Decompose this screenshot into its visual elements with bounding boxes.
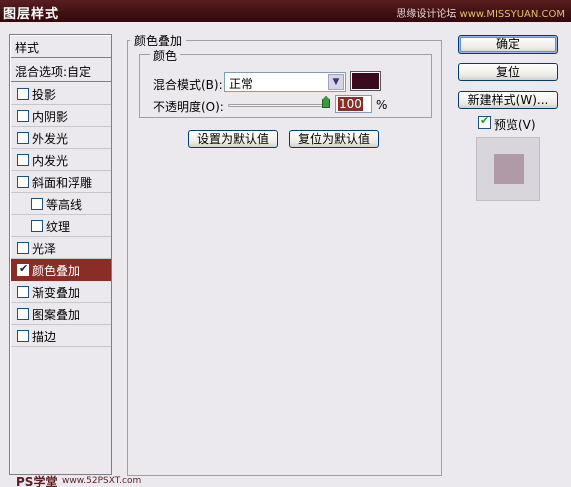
- watermark-top: 思缘设计论坛 www.MISSYUAN.COM: [396, 5, 565, 20]
- color-group-title: 颜色: [150, 47, 181, 64]
- style-checkbox[interactable]: [31, 198, 43, 210]
- style-checkbox[interactable]: [17, 110, 29, 122]
- style-checkbox[interactable]: [17, 262, 29, 276]
- opacity-value: 100: [338, 97, 363, 111]
- blend-options-label: 混合选项:自定: [15, 65, 92, 79]
- style-checkbox[interactable]: [17, 242, 29, 254]
- style-checkbox[interactable]: [17, 176, 29, 188]
- style-list-item[interactable]: 光泽: [11, 237, 111, 259]
- blend-mode-value: 正常: [229, 77, 254, 91]
- watermark-url: www.MISSYUAN.COM: [459, 9, 565, 20]
- preview-swatch: [494, 154, 524, 184]
- style-item-label: 投影: [32, 88, 57, 102]
- style-item-label: 渐变叠加: [32, 286, 81, 300]
- style-list-item[interactable]: 内阴影: [11, 105, 111, 127]
- style-item-label: 图案叠加: [32, 308, 81, 322]
- chevron-down-icon[interactable]: ▼: [328, 74, 344, 90]
- opacity-slider[interactable]: [228, 104, 328, 107]
- overlay-color-swatch[interactable]: [350, 71, 381, 91]
- style-checkbox[interactable]: [31, 220, 43, 232]
- window-title: 图层样式: [3, 7, 60, 22]
- opacity-label: 不透明度(O):: [153, 100, 224, 114]
- style-item-label: 内阴影: [32, 110, 69, 124]
- style-item-label: 斜面和浮雕: [32, 176, 93, 190]
- layer-style-dialog: 样式 混合选项:自定 投影内阴影外发光内发光斜面和浮雕等高线纹理光泽颜色叠加渐变…: [0, 22, 571, 487]
- style-item-label: 光泽: [32, 242, 57, 256]
- ok-button[interactable]: 确定: [458, 35, 558, 54]
- watermark-text: 思缘设计论坛: [396, 9, 457, 20]
- style-list-item[interactable]: 内发光: [11, 149, 111, 171]
- style-checkbox[interactable]: [17, 286, 29, 298]
- style-checkbox[interactable]: [17, 154, 29, 166]
- watermark-site: www.52PSXT.com: [62, 476, 142, 486]
- style-list-item[interactable]: 斜面和浮雕: [11, 171, 111, 193]
- blend-mode-select[interactable]: 正常 ▼: [224, 72, 346, 92]
- blend-mode-label: 混合模式(B):: [153, 78, 223, 92]
- preview-thumbnail: [476, 137, 540, 201]
- style-list-item[interactable]: 颜色叠加: [11, 259, 111, 281]
- style-list-header[interactable]: 样式: [11, 36, 111, 58]
- style-list: 样式 混合选项:自定 投影内阴影外发光内发光斜面和浮雕等高线纹理光泽颜色叠加渐变…: [9, 34, 141, 487]
- style-item-label: 外发光: [32, 132, 69, 146]
- style-item-label: 颜色叠加: [32, 264, 81, 278]
- set-default-button[interactable]: 设置为默认值: [188, 130, 278, 148]
- style-item-label: 描边: [32, 330, 57, 344]
- style-list-item[interactable]: 渐变叠加: [11, 281, 111, 303]
- style-list-item[interactable]: 外发光: [11, 127, 111, 149]
- style-item-label: 等高线: [46, 198, 83, 212]
- style-list-item[interactable]: 投影: [11, 83, 111, 105]
- preview-label[interactable]: 预览(V): [494, 116, 536, 133]
- style-list-item[interactable]: 等高线: [11, 193, 111, 215]
- style-list-item[interactable]: 描边: [11, 325, 111, 347]
- reset-default-button[interactable]: 复位为默认值: [289, 130, 379, 148]
- reset-button[interactable]: 复位: [458, 63, 558, 81]
- title-bar: 图层样式 思缘设计论坛 www.MISSYUAN.COM: [0, 0, 571, 22]
- opacity-input[interactable]: 100: [335, 95, 372, 113]
- style-checkbox[interactable]: [17, 308, 29, 320]
- style-list-item[interactable]: 纹理: [11, 215, 111, 237]
- percent-sign: %: [376, 98, 388, 112]
- style-list-item[interactable]: 图案叠加: [11, 303, 111, 325]
- new-style-button[interactable]: 新建样式(W)...: [458, 91, 558, 109]
- preview-checkbox[interactable]: [478, 114, 491, 129]
- style-checkbox[interactable]: [17, 88, 29, 100]
- style-list-header-label: 样式: [15, 41, 40, 55]
- watermark-ps: PS学堂: [16, 475, 58, 487]
- blend-options-item[interactable]: 混合选项:自定: [11, 58, 111, 82]
- style-checkbox[interactable]: [17, 132, 29, 144]
- style-item-label: 纹理: [46, 220, 71, 234]
- style-checkbox[interactable]: [17, 330, 29, 342]
- style-item-label: 内发光: [32, 154, 69, 168]
